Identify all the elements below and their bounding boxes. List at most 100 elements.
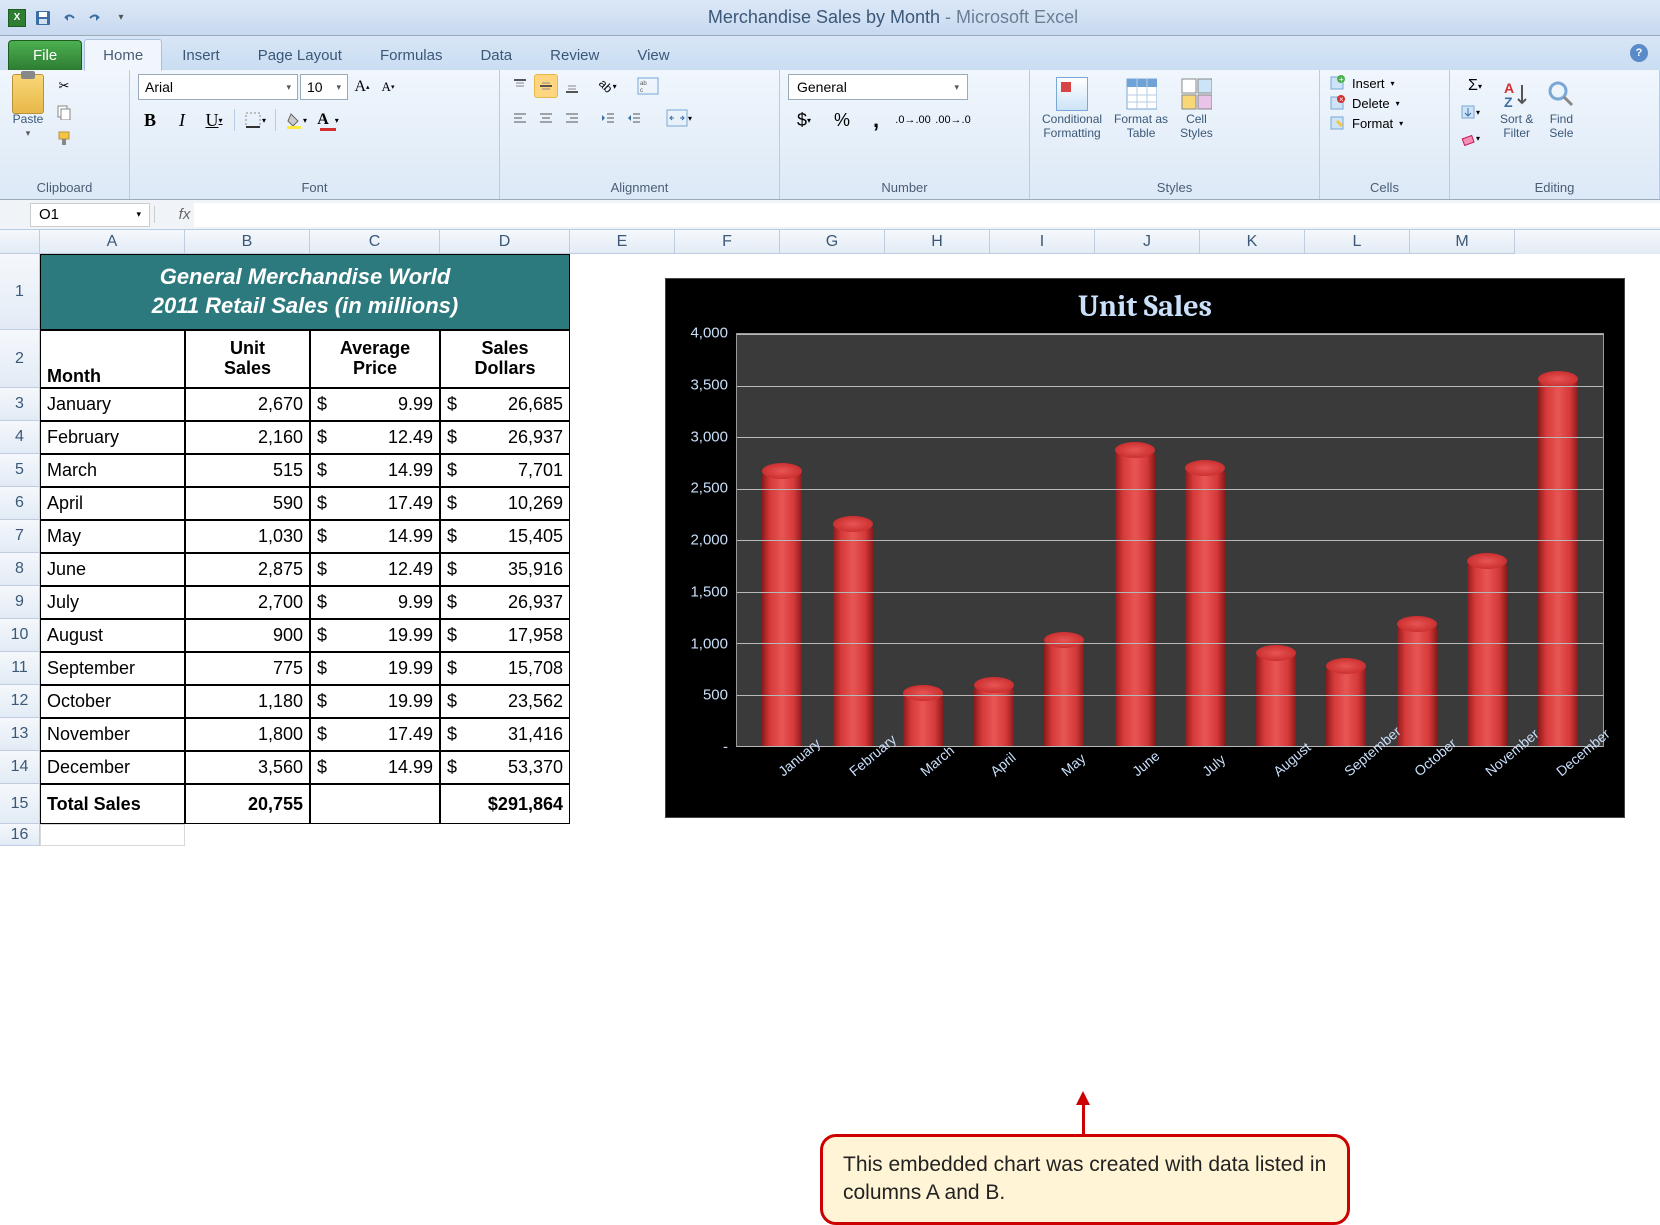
row-header-11[interactable]: 11 <box>0 652 40 685</box>
chart-bar[interactable] <box>903 693 943 746</box>
total-units[interactable]: 20,755 <box>185 784 310 824</box>
align-bottom-icon[interactable] <box>560 74 584 98</box>
decrease-font-icon[interactable]: A▾ <box>376 75 400 99</box>
col-header-H[interactable]: H <box>885 230 990 254</box>
chart-bar[interactable] <box>833 524 873 746</box>
tab-data[interactable]: Data <box>462 40 530 70</box>
cell-styles-button[interactable]: Cell Styles <box>1176 74 1217 145</box>
total-label[interactable]: Total Sales <box>40 784 185 824</box>
header-sales-dollars[interactable]: Sales Dollars <box>440 330 570 388</box>
align-right-icon[interactable] <box>560 106 584 130</box>
col-header-L[interactable]: L <box>1305 230 1410 254</box>
save-icon[interactable] <box>32 7 54 29</box>
col-header-D[interactable]: D <box>440 230 570 254</box>
row-header-8[interactable]: 8 <box>0 553 40 586</box>
sheet-title[interactable]: General Merchandise World 2011 Retail Sa… <box>40 254 570 330</box>
find-select-button[interactable]: Find Sele <box>1541 74 1581 145</box>
cells-area[interactable]: General Merchandise World 2011 Retail Sa… <box>40 254 1660 846</box>
align-middle-icon[interactable] <box>534 74 558 98</box>
col-header-M[interactable]: M <box>1410 230 1515 254</box>
col-header-E[interactable]: E <box>570 230 675 254</box>
row-header-6[interactable]: 6 <box>0 487 40 520</box>
merge-center-icon[interactable]: ▾ <box>662 106 696 130</box>
chart-bar[interactable] <box>1467 561 1507 746</box>
row-header-12[interactable]: 12 <box>0 685 40 718</box>
col-header-B[interactable]: B <box>185 230 310 254</box>
chart-bar[interactable] <box>1326 666 1366 746</box>
row-header-14[interactable]: 14 <box>0 751 40 784</box>
tab-insert[interactable]: Insert <box>164 40 238 70</box>
total-price-blank[interactable] <box>310 784 440 824</box>
increase-font-icon[interactable]: A▴ <box>350 75 374 99</box>
row-header-4[interactable]: 4 <box>0 421 40 454</box>
fill-color-icon[interactable]: ▾ <box>284 108 308 132</box>
chart-bar[interactable] <box>762 471 802 746</box>
chart-bar[interactable] <box>1185 468 1225 746</box>
fill-icon[interactable]: ▾ <box>1458 100 1482 124</box>
row-header-9[interactable]: 9 <box>0 586 40 619</box>
formula-input[interactable] <box>194 203 1660 227</box>
row-header-1[interactable]: 1 <box>0 254 40 330</box>
chart-bar[interactable] <box>1256 653 1296 746</box>
header-unit-sales[interactable]: Unit Sales <box>185 330 310 388</box>
redo-icon[interactable] <box>84 7 106 29</box>
italic-button[interactable]: I <box>170 108 194 132</box>
total-dollars[interactable]: $291,864 <box>440 784 570 824</box>
borders-icon[interactable]: ▾ <box>243 108 267 132</box>
increase-decimal-icon[interactable]: .0→.00 <box>898 108 928 132</box>
comma-format-icon[interactable]: , <box>864 108 888 132</box>
delete-cells-button[interactable]: ×Delete▾ <box>1328 94 1400 112</box>
header-month[interactable]: Month <box>40 330 185 388</box>
undo-icon[interactable] <box>58 7 80 29</box>
col-header-C[interactable]: C <box>310 230 440 254</box>
chart-bar[interactable] <box>1044 640 1084 746</box>
row-header-16[interactable]: 16 <box>0 824 40 846</box>
copy-icon[interactable] <box>52 100 76 124</box>
name-box[interactable]: O1▾ <box>30 203 150 227</box>
tab-page-layout[interactable]: Page Layout <box>240 40 360 70</box>
col-header-F[interactable]: F <box>675 230 780 254</box>
accounting-format-icon[interactable]: $ ▾ <box>788 108 820 132</box>
align-left-icon[interactable] <box>508 106 532 130</box>
format-cells-button[interactable]: Format▾ <box>1328 114 1403 132</box>
autosum-icon[interactable]: Σ ▾ <box>1458 74 1492 98</box>
percent-format-icon[interactable]: % <box>830 108 854 132</box>
orientation-icon[interactable]: ab▾ <box>596 74 620 98</box>
bold-button[interactable]: B <box>138 108 162 132</box>
row-header-2[interactable]: 2 <box>0 330 40 388</box>
row-header-10[interactable]: 10 <box>0 619 40 652</box>
font-color-icon[interactable]: A▾ <box>316 108 340 132</box>
conditional-formatting-button[interactable]: Conditional Formatting <box>1038 74 1106 145</box>
tab-formulas[interactable]: Formulas <box>362 40 461 70</box>
underline-button[interactable]: U▾ <box>202 108 226 132</box>
qat-customize-icon[interactable]: ▾ <box>110 7 132 29</box>
paste-button[interactable]: Paste ▾ <box>8 74 48 143</box>
chart-bar[interactable] <box>1115 450 1155 746</box>
cut-icon[interactable]: ✂ <box>52 74 76 98</box>
insert-cells-button[interactable]: +Insert▾ <box>1328 74 1395 92</box>
excel-logo-icon[interactable]: X <box>6 7 28 29</box>
row-header-7[interactable]: 7 <box>0 520 40 553</box>
number-format-combo[interactable]: General▾ <box>788 74 968 100</box>
row-header-13[interactable]: 13 <box>0 718 40 751</box>
tab-view[interactable]: View <box>619 40 687 70</box>
col-header-G[interactable]: G <box>780 230 885 254</box>
font-name-combo[interactable]: Arial▾ <box>138 74 298 100</box>
align-center-icon[interactable] <box>534 106 558 130</box>
help-icon[interactable]: ? <box>1630 44 1648 62</box>
format-as-table-button[interactable]: Format as Table <box>1110 74 1172 145</box>
align-top-icon[interactable] <box>508 74 532 98</box>
row-header-3[interactable]: 3 <box>0 388 40 421</box>
col-header-J[interactable]: J <box>1095 230 1200 254</box>
fx-icon[interactable]: fx <box>154 206 194 223</box>
tab-file[interactable]: File <box>8 40 82 70</box>
wrap-text-icon[interactable]: abc <box>636 74 660 98</box>
header-avg-price[interactable]: Average Price <box>310 330 440 388</box>
chart-bar[interactable] <box>1538 379 1578 746</box>
decrease-indent-icon[interactable] <box>596 106 620 130</box>
tab-review[interactable]: Review <box>532 40 617 70</box>
decrease-decimal-icon[interactable]: .00→.0 <box>938 108 968 132</box>
row-header-15[interactable]: 15 <box>0 784 40 824</box>
increase-indent-icon[interactable] <box>622 106 646 130</box>
row-header-5[interactable]: 5 <box>0 454 40 487</box>
